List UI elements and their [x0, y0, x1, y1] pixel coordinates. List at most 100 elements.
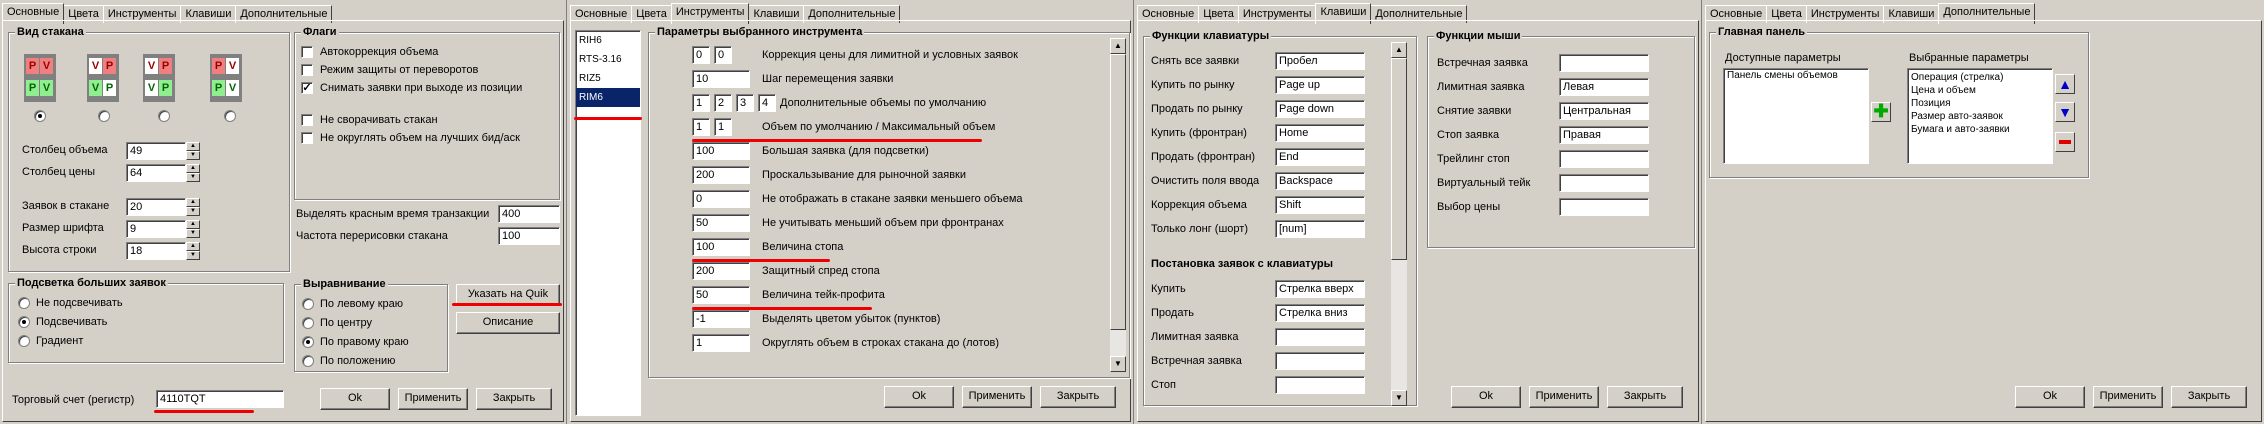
col-price-input[interactable]: 64 — [126, 164, 186, 182]
big-radio-1[interactable] — [18, 297, 30, 309]
list-item[interactable]: Панель смены объемов — [1724, 69, 1868, 82]
col-volume-spinner[interactable]: ▲ ▼ — [186, 142, 200, 160]
param-input[interactable]: 50 — [692, 214, 750, 232]
params-scrollbar[interactable]: ▲ ▼ — [1110, 38, 1126, 372]
param-input[interactable]: 200 — [692, 262, 750, 280]
layout-option-1[interactable]: PV PV — [24, 54, 56, 102]
list-item[interactable]: RIZ5 — [576, 69, 640, 88]
col-volume-input[interactable]: 49 — [126, 142, 186, 160]
place-binding-input[interactable] — [1275, 328, 1365, 346]
key-binding-input[interactable]: Backspace — [1275, 172, 1365, 190]
font-size-spinner[interactable]: ▲ ▼ — [186, 220, 200, 238]
scroll-thumb[interactable] — [1110, 54, 1126, 330]
place-binding-input[interactable]: Стрелка вниз — [1275, 304, 1365, 322]
mouse-binding-input[interactable] — [1559, 198, 1649, 216]
orders-spinner[interactable]: ▲ ▼ — [186, 198, 200, 216]
scroll-up-icon[interactable]: ▲ — [1110, 38, 1126, 54]
layout-radio-1[interactable] — [34, 110, 46, 122]
param-input[interactable]: 2 — [714, 94, 732, 112]
param-input[interactable]: 1 — [692, 94, 710, 112]
list-item[interactable]: RTS-3.16 — [576, 50, 640, 69]
keys-scrollbar[interactable]: ▲ ▼ — [1391, 42, 1407, 406]
move-up-icon[interactable]: ▲ — [2055, 74, 2075, 94]
mouse-binding-input[interactable] — [1559, 174, 1649, 192]
selected-params-list[interactable]: Операция (стрелка) Цена и объем Позиция … — [1907, 68, 2053, 164]
place-binding-input[interactable] — [1275, 376, 1365, 394]
red-time-input[interactable]: 400 — [498, 205, 560, 223]
add-icon[interactable]: ✚ — [1871, 102, 1891, 122]
move-down-icon[interactable]: ▼ — [2055, 102, 2075, 122]
key-binding-input[interactable]: Home — [1275, 124, 1365, 142]
param-input[interactable]: 10 — [692, 70, 750, 88]
key-binding-input[interactable]: Page up — [1275, 76, 1365, 94]
list-item[interactable]: Операция (стрелка) — [1908, 71, 2052, 84]
big-radio-2[interactable] — [18, 316, 30, 328]
layout-radio-3[interactable] — [158, 110, 170, 122]
param-input[interactable]: 3 — [736, 94, 754, 112]
param-input[interactable]: 0 — [692, 190, 750, 208]
param-input[interactable]: 200 — [692, 166, 750, 184]
ok-button[interactable]: Ok — [320, 388, 390, 410]
refresh-input[interactable]: 100 — [498, 227, 560, 245]
param-input[interactable]: 4 — [758, 94, 776, 112]
key-binding-input[interactable]: Page down — [1275, 100, 1365, 118]
key-binding-input[interactable]: Shift — [1275, 196, 1365, 214]
scroll-up-icon[interactable]: ▲ — [1391, 42, 1407, 58]
param-input[interactable]: 0 — [714, 46, 732, 64]
font-size-input[interactable]: 9 — [126, 220, 186, 238]
list-item[interactable]: Размер авто-заявок — [1908, 110, 2052, 123]
close-button[interactable]: Закрыть — [476, 388, 552, 410]
scroll-thumb[interactable] — [1391, 58, 1407, 260]
key-binding-input[interactable]: [num] — [1275, 220, 1365, 238]
close-button[interactable]: Закрыть — [1040, 386, 1116, 408]
apply-button[interactable]: Применить — [2093, 386, 2163, 408]
mouse-binding-input[interactable]: Правая — [1559, 126, 1649, 144]
list-item[interactable]: RIH6 — [576, 31, 640, 50]
flag-checkbox-5[interactable] — [301, 132, 313, 144]
mouse-binding-input[interactable] — [1559, 150, 1649, 168]
row-height-spinner[interactable]: ▲ ▼ — [186, 242, 200, 260]
account-input[interactable]: 4110TQT — [156, 390, 284, 408]
layout-option-2[interactable]: VP VP — [87, 54, 119, 102]
row-height-input[interactable]: 18 — [126, 242, 186, 260]
param-input[interactable]: 100 — [692, 238, 750, 256]
key-binding-input[interactable]: Пробел — [1275, 52, 1365, 70]
orders-input[interactable]: 20 — [126, 198, 186, 216]
instrument-list[interactable]: RIH6 RTS-3.16 RIZ5 RIM6 — [575, 30, 641, 416]
align-radio-1[interactable] — [302, 298, 314, 310]
list-item-selected[interactable]: RIM6 — [576, 88, 640, 107]
remove-icon[interactable] — [2055, 132, 2075, 152]
flag-checkbox-2[interactable] — [301, 64, 313, 76]
close-button[interactable]: Закрыть — [1607, 386, 1683, 408]
param-input[interactable]: 0 — [692, 46, 710, 64]
layout-option-4[interactable]: PV PV — [210, 54, 242, 102]
list-item[interactable]: Цена и объем — [1908, 84, 2052, 97]
col-price-spinner[interactable]: ▲ ▼ — [186, 164, 200, 182]
layout-radio-2[interactable] — [98, 110, 110, 122]
big-radio-3[interactable] — [18, 335, 30, 347]
flag-checkbox-3[interactable]: ✓ — [301, 82, 313, 94]
align-radio-3[interactable] — [302, 336, 314, 348]
ok-button[interactable]: Ok — [2015, 386, 2085, 408]
apply-button[interactable]: Применить — [962, 386, 1032, 408]
description-button[interactable]: Описание — [456, 312, 560, 334]
layout-option-3[interactable]: VP VP — [143, 54, 175, 102]
scroll-down-icon[interactable]: ▼ — [1110, 356, 1126, 372]
ok-button[interactable]: Ok — [1451, 386, 1521, 408]
place-binding-input[interactable] — [1275, 352, 1365, 370]
mouse-binding-input[interactable]: Центральная — [1559, 102, 1649, 120]
mouse-binding-input[interactable]: Левая — [1559, 78, 1649, 96]
ok-button[interactable]: Ok — [884, 386, 954, 408]
list-item[interactable]: Бумага и авто-заявки — [1908, 123, 2052, 136]
flag-checkbox-1[interactable] — [301, 46, 313, 58]
param-input[interactable]: -1 — [692, 310, 750, 328]
param-input[interactable]: 1 — [692, 334, 750, 352]
key-binding-input[interactable]: End — [1275, 148, 1365, 166]
param-input[interactable]: 100 — [692, 142, 750, 160]
flag-checkbox-4[interactable] — [301, 114, 313, 126]
close-button[interactable]: Закрыть — [2171, 386, 2247, 408]
list-item[interactable]: Позиция — [1908, 97, 2052, 110]
place-binding-input[interactable]: Стрелка вверх — [1275, 280, 1365, 298]
scroll-down-icon[interactable]: ▼ — [1391, 390, 1407, 406]
mouse-binding-input[interactable] — [1559, 54, 1649, 72]
